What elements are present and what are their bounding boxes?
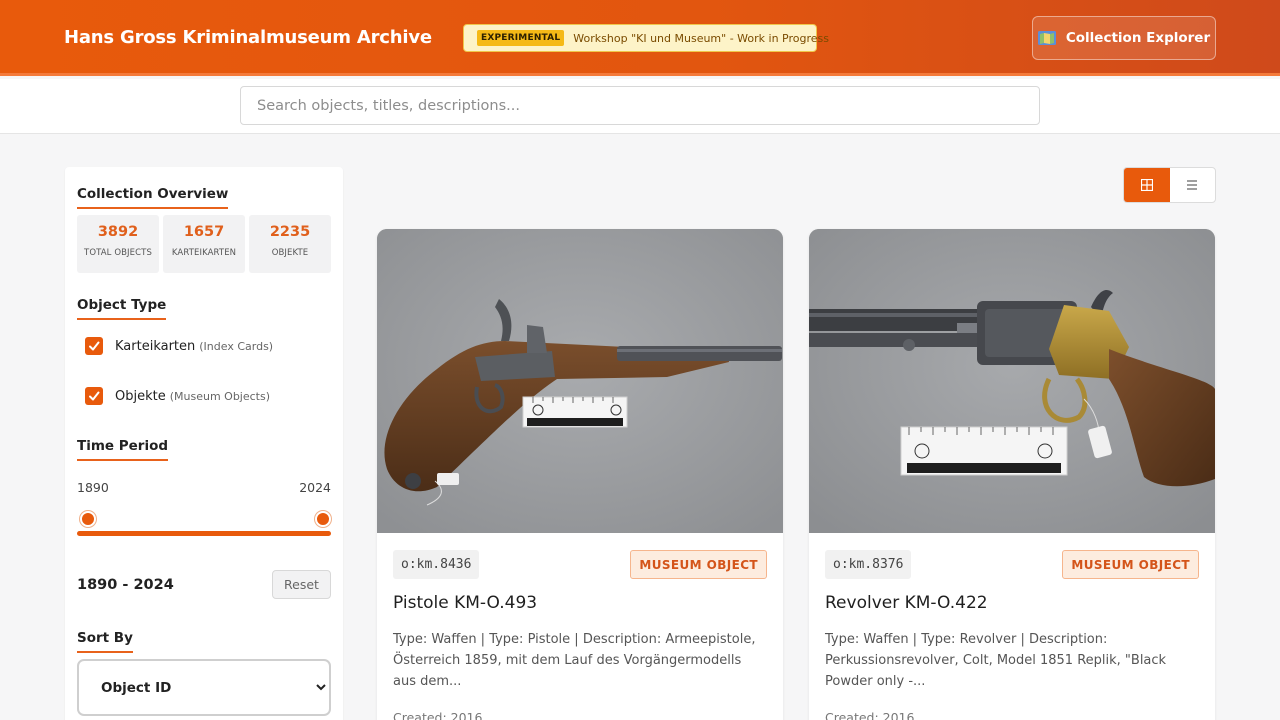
pistol-photo xyxy=(377,229,783,533)
stat-value: 2235 xyxy=(269,224,311,240)
banner-text: Workshop "KI und Museum" - Work in Progr… xyxy=(573,31,829,45)
object-type-badge: MUSEUM OBJECT xyxy=(630,550,767,579)
card-title[interactable]: Revolver KM-O.422 xyxy=(825,593,988,613)
reset-button[interactable]: Reset xyxy=(272,570,331,599)
stat-karteikarten: 1657 KARTEIKARTEN xyxy=(163,215,245,273)
experimental-banner: EXPERIMENTAL Workshop "KI und Museum" - … xyxy=(463,24,829,52)
objekte-label: Objekte (Museum Objects) xyxy=(115,389,270,404)
grid-icon xyxy=(1140,179,1153,191)
stat-value: 1657 xyxy=(183,224,225,240)
stats-row: 3892 TOTAL OBJECTS 1657 KARTEIKARTEN 223… xyxy=(77,215,331,273)
list-view-button[interactable] xyxy=(1170,168,1216,202)
list-icon xyxy=(1187,180,1198,190)
object-id: o:km.8436 xyxy=(393,550,480,579)
card-description: Type: Waffen | Type: Revolver | Descript… xyxy=(825,632,1167,689)
object-card[interactable]: o:km.8376 MUSEUM OBJECT Revolver KM-O.42… xyxy=(809,229,1215,720)
time-period-title: Time Period xyxy=(77,438,169,461)
filter-sidebar: Collection Overview 3892 TOTAL OBJECTS 1… xyxy=(65,167,343,720)
time-range-value: 1890 - 2024 xyxy=(77,577,174,593)
collection-explorer-label: Collection Explorer xyxy=(1065,30,1211,46)
sort-select[interactable]: Object ID xyxy=(77,659,331,716)
collection-explorer-button[interactable]: Collection Explorer xyxy=(1032,16,1216,60)
stat-objekte: 2235 OBJEKTE xyxy=(249,215,331,273)
objekte-checkbox[interactable] xyxy=(85,387,103,405)
map-icon xyxy=(1037,31,1056,45)
karteikarten-label: Karteikarten (Index Cards) xyxy=(115,339,273,354)
card-created: Created: 2016 xyxy=(825,710,915,720)
filter-objekte[interactable]: Objekte (Museum Objects) xyxy=(85,387,270,405)
type-sub: (Index Cards) xyxy=(199,339,274,353)
karteikarten-checkbox[interactable] xyxy=(85,337,103,355)
view-toggle xyxy=(1123,167,1216,203)
card-description: Type: Waffen | Type: Pistole | Descripti… xyxy=(393,632,756,689)
card-title[interactable]: Pistole KM-O.493 xyxy=(393,593,537,613)
sort-by-title: Sort By xyxy=(77,630,133,653)
stat-label: OBJEKTE xyxy=(271,248,309,258)
search-bar xyxy=(0,79,1280,134)
stat-label: KARTEIKARTEN xyxy=(171,248,237,258)
app-header: Hans Gross Kriminalmuseum Archive EXPERI… xyxy=(0,0,1280,76)
time-max-label: 2024 xyxy=(299,480,331,495)
app-title: Hans Gross Kriminalmuseum Archive xyxy=(64,27,432,48)
stat-value: 3892 xyxy=(97,224,139,240)
card-created: Created: 2016 xyxy=(393,710,483,720)
filter-karteikarten[interactable]: Karteikarten (Index Cards) xyxy=(85,337,273,355)
type-name: Karteikarten xyxy=(115,338,196,354)
type-sub: (Museum Objects) xyxy=(169,389,271,403)
object-type-title: Object Type xyxy=(77,297,167,320)
experimental-badge: EXPERIMENTAL xyxy=(477,30,565,46)
object-type-badge: MUSEUM OBJECT xyxy=(1062,550,1199,579)
object-id: o:km.8376 xyxy=(825,550,912,579)
time-slider-max-handle[interactable] xyxy=(315,511,331,527)
object-card[interactable]: o:km.8436 MUSEUM OBJECT Pistole KM-O.493… xyxy=(377,229,783,720)
stat-total-objects: 3892 TOTAL OBJECTS xyxy=(77,215,159,273)
grid-view-button[interactable] xyxy=(1124,168,1170,202)
collection-overview-title: Collection Overview xyxy=(77,186,229,209)
checkmark-icon xyxy=(89,391,100,401)
search-input[interactable] xyxy=(240,86,1040,125)
checkmark-icon xyxy=(89,341,100,351)
time-slider-track[interactable] xyxy=(77,531,331,536)
time-min-label: 1890 xyxy=(77,480,109,495)
type-name: Objekte xyxy=(115,388,166,404)
stat-label: TOTAL OBJECTS xyxy=(84,248,152,258)
time-slider-min-handle[interactable] xyxy=(80,511,96,527)
revolver-photo xyxy=(809,229,1215,533)
